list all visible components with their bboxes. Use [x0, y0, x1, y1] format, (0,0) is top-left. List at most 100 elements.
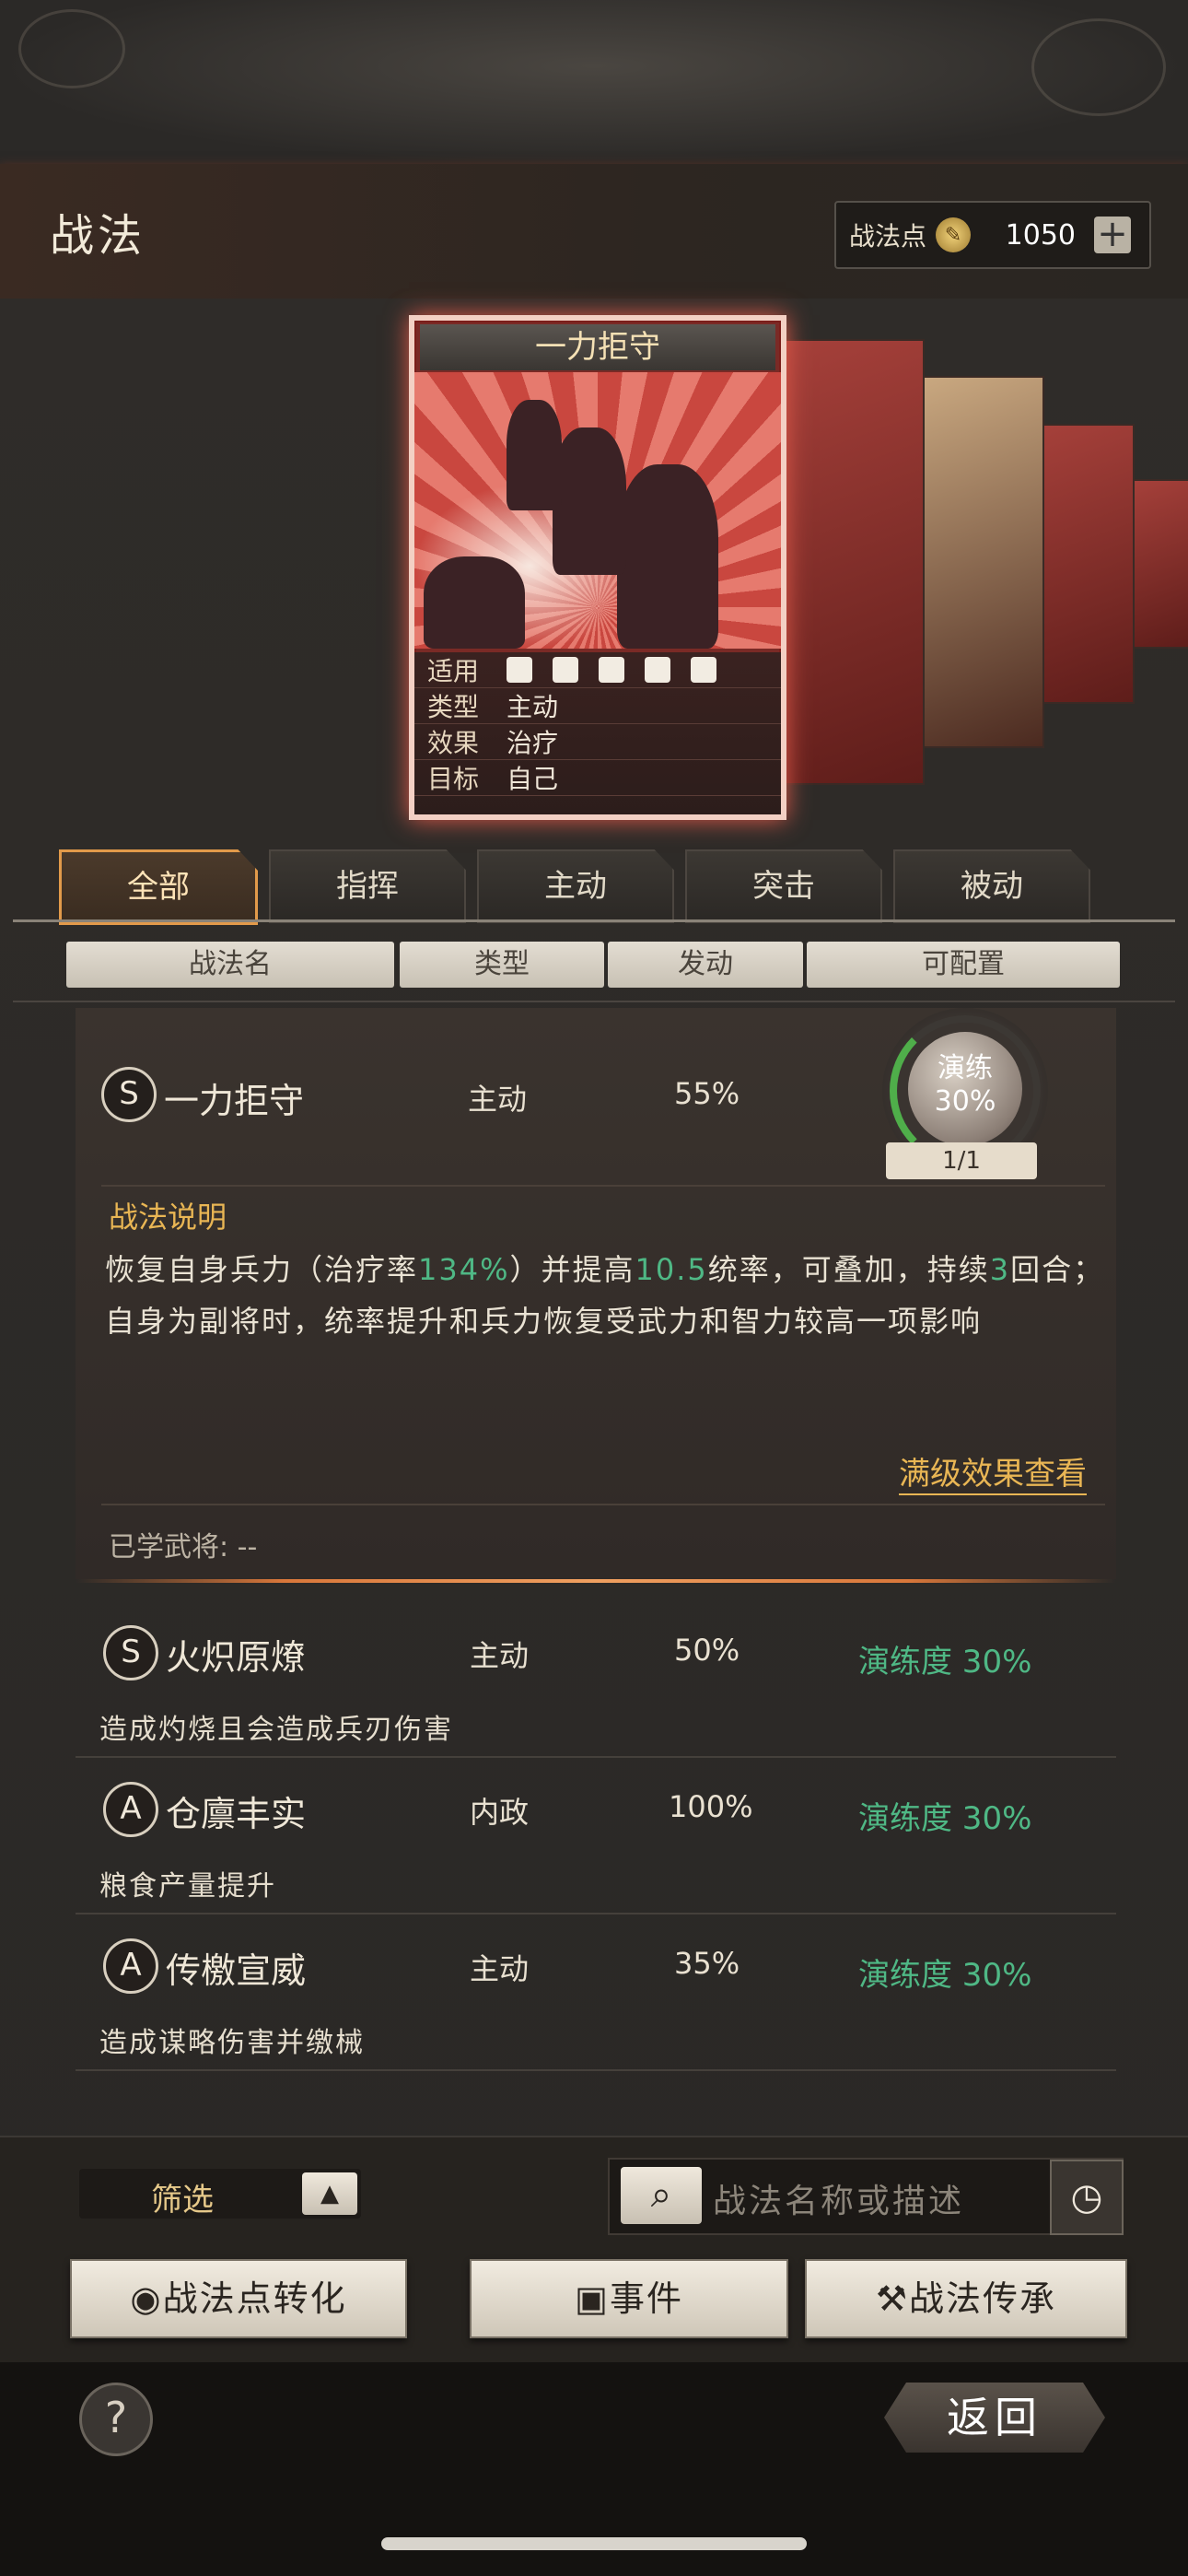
page-header: 战法 战法点 ✎ 1050 + — [0, 164, 1188, 302]
card-row-target: 目标 自己 — [414, 760, 781, 796]
card-row-key: 目标 — [427, 764, 480, 794]
history-clock-icon[interactable]: ◷ — [1050, 2160, 1124, 2235]
card-row-key: 类型 — [427, 692, 480, 722]
full-effect-link[interactable]: 满级效果查看 — [899, 1448, 1087, 1495]
column-header-type[interactable]: 类型 — [400, 942, 604, 988]
stack-card[interactable] — [1131, 479, 1188, 649]
tactic-name: 火炽原燎 — [166, 1637, 307, 1678]
list-item[interactable]: A 传檄宣威 主动 35% 演练度 30% 造成谋略伤害并缴械 — [76, 1916, 1116, 2071]
card-row-value: 主动 — [507, 692, 559, 722]
tactic-rate: 35% — [674, 1946, 740, 1981]
desc-text: 统率，可叠加，持续 — [707, 1252, 990, 1287]
training-degree: 演练度 30% — [858, 1800, 1032, 1837]
grade-badge: S — [103, 1625, 158, 1680]
card-row-key: 效果 — [427, 728, 480, 758]
desc-highlight: 134% — [418, 1252, 510, 1287]
column-header-configurable[interactable]: 可配置 — [807, 942, 1120, 988]
selected-tactic-card[interactable]: 一力拒守 适用 类型 主动 效果 治疗 目标 自己 — [409, 315, 786, 820]
tab-passive[interactable]: 被动 — [893, 849, 1090, 923]
description-text: 恢复自身兵力（治疗率134%）并提高10.5统率，可叠加，持续3回合；自身为副将… — [105, 1244, 1109, 1347]
page-title: 战法 — [50, 210, 146, 262]
tab-all[interactable]: 全部 — [59, 849, 258, 925]
event-label: 事件 — [609, 2278, 683, 2319]
cavalry-icon — [507, 657, 532, 683]
grade-badge: A — [103, 1938, 158, 1994]
stack-card[interactable] — [921, 376, 1044, 748]
tactic-summary: 造成灼烧且会造成兵刃伤害 — [99, 1714, 453, 1746]
fire-icon: ◉ — [130, 2278, 163, 2319]
row-divider — [101, 1504, 1105, 1505]
tactic-name: 传檄宣威 — [166, 1950, 307, 1991]
soldier-silhouette — [424, 556, 525, 649]
card-row-applicable: 适用 — [414, 652, 781, 688]
column-header-trigger[interactable]: 发动 — [608, 942, 803, 988]
inherit-label: 战法传承 — [909, 2278, 1057, 2319]
grade-badge: A — [103, 1782, 158, 1837]
desc-text: 恢复自身兵力（治疗率 — [105, 1252, 419, 1287]
event-button[interactable]: ▣事件 — [470, 2259, 788, 2338]
filter-control[interactable]: 筛选 ▲ — [79, 2169, 361, 2219]
hammer-icon: ⚒ — [875, 2278, 910, 2319]
training-degree: 演练度 30% — [858, 1957, 1032, 1994]
convert-points-button[interactable]: ◉战法点转化 — [70, 2259, 407, 2338]
training-degree: 演练度 30% — [858, 1644, 1032, 1680]
tab-command[interactable]: 指挥 — [269, 849, 466, 923]
add-points-button[interactable]: + — [1094, 216, 1132, 253]
search-input[interactable]: 战法名称或描述 — [713, 2174, 964, 2222]
training-orb: 演练 30% — [908, 1032, 1022, 1146]
tactic-name: 仓廪丰实 — [166, 1794, 307, 1834]
tactic-points-label: 战法点 — [849, 221, 927, 252]
cloud-ornament — [1031, 18, 1166, 116]
learned-generals: 已学武将: -- — [109, 1531, 258, 1563]
desc-highlight: 3 — [989, 1252, 1011, 1287]
row-divider — [101, 1185, 1105, 1187]
back-button[interactable]: 返回 — [884, 2383, 1105, 2453]
tactic-type: 主动 — [468, 1082, 528, 1117]
column-header-name[interactable]: 战法名 — [66, 942, 394, 988]
soldier-silhouette — [553, 427, 626, 575]
training-value: 30% — [934, 1085, 996, 1118]
desc-highlight: 10.5 — [635, 1252, 708, 1287]
card-artwork — [414, 372, 781, 649]
grade-badge: S — [101, 1067, 157, 1122]
list-item[interactable]: A 仓廪丰实 内政 100% 演练度 30% 粮食产量提升 — [76, 1760, 1116, 1914]
card-info: 适用 类型 主动 效果 治疗 目标 自己 — [414, 652, 781, 814]
card-row-value: 自己 — [507, 764, 559, 794]
spear-icon — [645, 657, 670, 683]
soldier-silhouette — [617, 464, 718, 649]
wheel-icon — [691, 657, 716, 683]
card-row-key: 适用 — [427, 656, 480, 686]
tactic-rate: 50% — [674, 1633, 740, 1668]
shield-icon — [553, 657, 578, 683]
list-item[interactable]: S 火炽原燎 主动 50% 演练度 30% 造成灼烧且会造成兵刃伤害 — [76, 1603, 1116, 1758]
tactic-rate: 100% — [669, 1789, 753, 1824]
training-label: 演练 — [938, 1052, 993, 1084]
tab-assault[interactable]: 突击 — [685, 849, 882, 923]
card-row-effect: 效果 治疗 — [414, 724, 781, 760]
filter-toggle-button[interactable]: ▲ — [302, 2172, 357, 2215]
cloud-ornament — [18, 9, 125, 88]
search-icon[interactable]: ⌕ — [621, 2167, 702, 2224]
header-divider — [13, 1001, 1175, 1002]
card-row-value: 治疗 — [507, 728, 559, 758]
inherit-button[interactable]: ⚒战法传承 — [805, 2259, 1127, 2338]
tactic-type: 内政 — [470, 1795, 530, 1830]
home-indicator[interactable] — [381, 2537, 807, 2550]
stack-card[interactable] — [1042, 424, 1135, 704]
search-box[interactable]: ⌕ 战法名称或描述 ◷ — [608, 2158, 1124, 2235]
tactic-rate: 55% — [674, 1076, 740, 1111]
stack-card[interactable] — [785, 339, 925, 785]
soldier-silhouette — [507, 400, 562, 510]
tactic-type: 主动 — [470, 1951, 530, 1986]
tactic-summary: 造成谋略伤害并缴械 — [99, 2027, 365, 2059]
card-title: 一力拒守 — [420, 324, 775, 370]
tab-active[interactable]: 主动 — [477, 849, 674, 923]
level-plate: 1/1 — [886, 1142, 1037, 1179]
expanded-bottom-glow — [76, 1579, 1116, 1583]
scroll-icon: ▣ — [575, 2278, 610, 2319]
bow-icon — [599, 657, 624, 683]
desc-text: ）并提高 — [509, 1252, 635, 1287]
tactic-points-box: 战法点 ✎ 1050 + — [834, 201, 1151, 269]
help-button[interactable]: ? — [79, 2383, 153, 2456]
tactic-points-value: 1050 — [1005, 218, 1077, 252]
